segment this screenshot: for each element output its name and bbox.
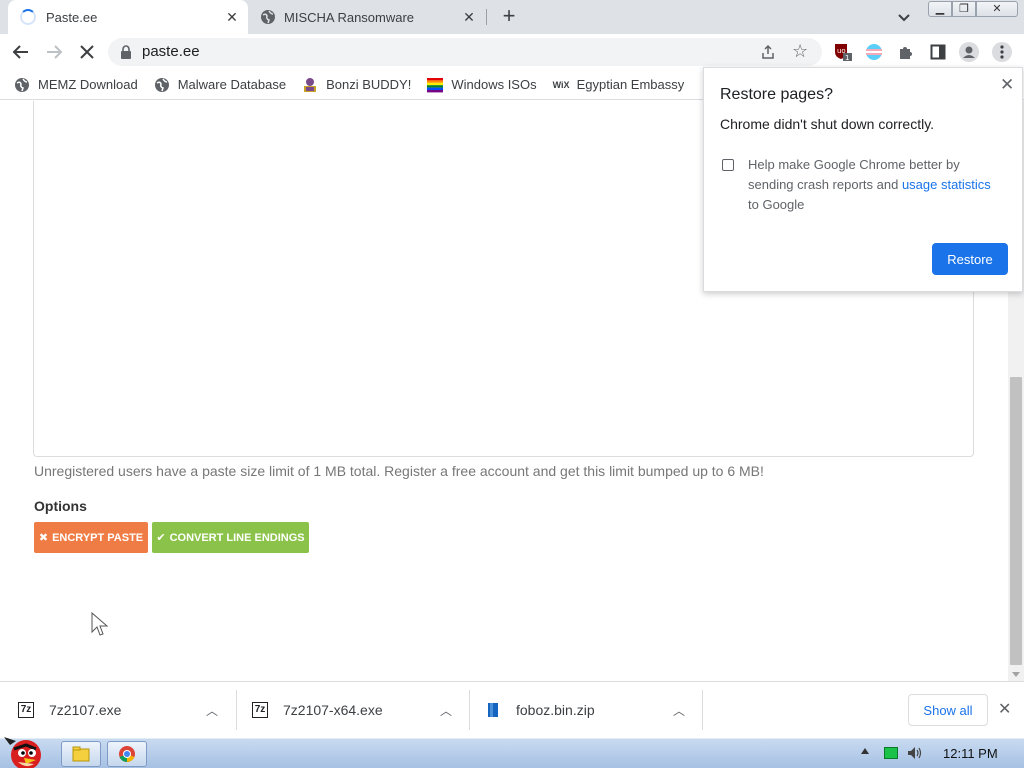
download-item[interactable]: foboz.bin.zip ︿ xyxy=(467,690,703,730)
tab-separator xyxy=(486,9,487,25)
chevron-up-icon[interactable]: ︿ xyxy=(673,702,685,719)
crash-reports-checkbox[interactable] xyxy=(722,159,734,171)
folder-icon xyxy=(72,746,90,762)
stop-loading-icon[interactable] xyxy=(77,42,97,62)
taskbar-clock[interactable]: 12:11 PM xyxy=(943,746,998,761)
dialog-title: Restore pages? xyxy=(720,86,833,103)
bonzi-icon xyxy=(304,77,317,92)
crash-reports-label-end: to Google xyxy=(748,197,805,212)
zip-file-icon xyxy=(488,703,498,717)
download-separator xyxy=(702,690,703,730)
restore-pages-dialog: Restore pages? ✕ Chrome didn't shut down… xyxy=(703,67,1023,292)
minimize-button[interactable]: ▁ xyxy=(928,1,952,17)
loading-spinner-icon xyxy=(20,9,36,25)
chevron-up-icon[interactable]: ︿ xyxy=(206,702,218,719)
close-icon[interactable]: ✕ xyxy=(998,699,1011,719)
close-tab-icon[interactable]: ✕ xyxy=(224,9,240,25)
url-text[interactable]: paste.ee xyxy=(142,43,200,60)
extensions-puzzle-icon[interactable] xyxy=(896,42,916,62)
browser-toolbar: paste.ee ☆ uo 1 xyxy=(0,34,1024,70)
profile-avatar-icon[interactable] xyxy=(959,42,979,62)
new-tab-button[interactable]: + xyxy=(498,5,520,28)
globe-icon xyxy=(154,77,169,92)
bookmark-memz-download[interactable]: MEMZ Download xyxy=(14,77,138,93)
7zip-icon: 7z xyxy=(252,702,268,718)
chrome-icon xyxy=(119,746,135,763)
encrypt-paste-button[interactable]: ✖ ENCRYPT PASTE xyxy=(34,522,148,553)
taskbar-chrome-button[interactable] xyxy=(107,741,147,767)
chevron-up-icon[interactable]: ︿ xyxy=(440,702,452,719)
maximize-button[interactable]: ❐ xyxy=(952,1,976,17)
window-close-button[interactable]: ✕ xyxy=(976,1,1018,17)
download-filename: 7z2107-x64.exe xyxy=(283,702,383,718)
bookmark-windows-isos[interactable]: Windows ISOs xyxy=(427,77,537,93)
chrome-menu-icon[interactable] xyxy=(992,42,1012,62)
bookmark-label: Malware Database xyxy=(177,77,287,92)
bookmark-malware-database[interactable]: Malware Database xyxy=(154,77,286,93)
address-bar[interactable]: paste.ee ☆ xyxy=(108,38,822,66)
share-icon[interactable] xyxy=(760,44,776,60)
encrypt-paste-label: ENCRYPT PASTE xyxy=(52,531,144,544)
paste-limit-note: Unregistered users have a paste size lim… xyxy=(34,463,764,479)
globe-icon xyxy=(15,77,29,92)
network-icon[interactable] xyxy=(884,747,898,759)
show-all-downloads-button[interactable]: Show all xyxy=(908,694,988,726)
tab-search-chevron-icon[interactable] xyxy=(896,9,912,25)
options-heading: Options xyxy=(34,498,87,514)
usage-statistics-link[interactable]: usage statistics xyxy=(902,177,991,192)
trans-flag-extension-icon[interactable] xyxy=(864,42,884,62)
rainbow-flag-icon xyxy=(427,77,444,92)
wix-icon: WiX xyxy=(552,79,570,90)
tab-title: MISCHA Ransomware xyxy=(284,9,415,25)
tab-mischa-ransomware[interactable]: MISCHA Ransomware ✕ xyxy=(250,0,485,34)
convert-line-endings-label: CONVERT LINE ENDINGS xyxy=(169,531,305,544)
lock-icon[interactable] xyxy=(120,45,132,59)
scrollbar-thumb[interactable] xyxy=(1010,377,1022,665)
taskbar-explorer-button[interactable] xyxy=(61,741,101,767)
tab-paste-ee[interactable]: Paste.ee ✕ xyxy=(8,0,248,34)
volume-icon[interactable] xyxy=(906,745,922,761)
download-item[interactable]: 7z 7z2107-x64.exe ︿ xyxy=(234,690,470,730)
close-icon[interactable]: ✕ xyxy=(1000,75,1014,95)
close-tab-icon[interactable]: ✕ xyxy=(461,9,477,25)
bookmark-bonzi-buddy[interactable]: Bonzi BUDDY! xyxy=(302,77,411,93)
mouse-cursor-icon xyxy=(91,612,109,636)
crash-reports-text: Help make Google Chrome better by sendin… xyxy=(748,155,998,215)
side-panel-icon[interactable] xyxy=(928,42,948,62)
bookmark-star-icon[interactable]: ☆ xyxy=(792,41,808,62)
convert-line-endings-button[interactable]: ✔ CONVERT LINE ENDINGS xyxy=(152,522,309,553)
forward-arrow-icon[interactable] xyxy=(44,42,64,62)
7zip-icon: 7z xyxy=(18,702,34,718)
download-item[interactable]: 7z 7z2107.exe ︿ xyxy=(0,690,236,730)
tab-title: Paste.ee xyxy=(46,9,98,25)
download-filename: 7z2107.exe xyxy=(49,702,122,718)
bookmark-label: MEMZ Download xyxy=(38,77,138,92)
scroll-down-arrow-icon[interactable] xyxy=(1012,672,1020,677)
dialog-subtitle: Chrome didn't shut down correctly. xyxy=(720,116,935,132)
windows-taskbar: 12:11 PM xyxy=(0,737,1024,768)
restore-button[interactable]: Restore xyxy=(932,243,1008,275)
tab-strip: Paste.ee ✕ MISCHA Ransomware ✕ + ▁ ❐ ✕ xyxy=(0,0,1024,34)
globe-icon xyxy=(261,10,275,24)
show-hidden-icons-arrow-icon[interactable] xyxy=(861,748,869,754)
bookmark-label: Egyptian Embassy xyxy=(576,77,685,92)
bookmark-label: Windows ISOs xyxy=(451,77,537,92)
download-filename: foboz.bin.zip xyxy=(516,702,595,718)
bookmark-egyptian-embassy[interactable]: WiX Egyptian Embassy xyxy=(553,77,685,93)
cross-icon: ✖ xyxy=(38,532,49,544)
ublock-extension-icon[interactable]: uo 1 xyxy=(833,42,853,62)
extension-badge: 1 xyxy=(845,54,849,62)
back-arrow-icon[interactable] xyxy=(11,42,31,62)
angry-bird-start-button-icon[interactable] xyxy=(2,731,52,768)
bookmark-label: Bonzi BUDDY! xyxy=(326,77,412,92)
checkmark-icon: ✔ xyxy=(156,532,166,544)
download-shelf: 7z 7z2107.exe ︿ 7z 7z2107-x64.exe ︿ fobo… xyxy=(0,681,1024,738)
